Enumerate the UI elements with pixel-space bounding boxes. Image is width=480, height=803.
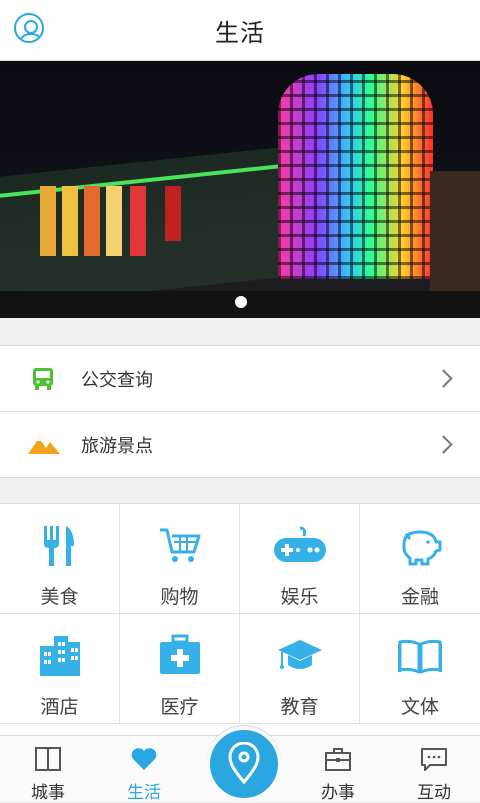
tab-label: 互动 bbox=[417, 783, 451, 803]
category-label: 医疗 bbox=[160, 696, 199, 718]
chat-icon bbox=[421, 748, 447, 771]
medical-kit-icon bbox=[159, 634, 200, 674]
list-item-bus[interactable]: 公交查询 bbox=[0, 346, 480, 412]
tab-city-news[interactable]: 城事 bbox=[0, 736, 96, 803]
chevron-right-icon bbox=[434, 369, 453, 388]
category-entertainment[interactable]: 娱乐 bbox=[240, 504, 360, 614]
tab-life[interactable]: 生活 bbox=[96, 736, 192, 803]
category-education[interactable]: 教育 bbox=[240, 614, 360, 724]
category-shopping[interactable]: 购物 bbox=[120, 504, 240, 614]
header-bar: 生活 bbox=[0, 0, 480, 61]
list-item-tourism[interactable]: 旅游景点 bbox=[0, 412, 480, 478]
book-icon bbox=[398, 639, 442, 674]
carousel-indicator[interactable] bbox=[235, 296, 247, 308]
tab-interaction[interactable]: 互动 bbox=[386, 736, 480, 803]
category-hotel[interactable]: 酒店 bbox=[0, 614, 120, 724]
bus-icon bbox=[33, 368, 53, 390]
tab-label: 生活 bbox=[127, 783, 161, 803]
shopping-cart-icon bbox=[159, 528, 200, 562]
piggy-bank-icon bbox=[402, 530, 442, 566]
heart-icon bbox=[131, 748, 157, 770]
banner-lit-building bbox=[278, 74, 433, 279]
category-label: 美食 bbox=[40, 586, 79, 608]
category-label: 娱乐 bbox=[280, 586, 319, 608]
tab-label: 城事 bbox=[31, 783, 65, 803]
category-food[interactable]: 美食 bbox=[0, 504, 120, 614]
fork-knife-icon bbox=[43, 526, 74, 566]
briefcase-icon bbox=[325, 748, 351, 771]
category-grid: 美食 购物 娱乐 金融 酒店 医疗 教育 文体 bbox=[0, 503, 480, 736]
mountain-icon bbox=[28, 438, 60, 454]
book-outline-icon bbox=[35, 747, 61, 771]
tab-affairs[interactable]: 办事 bbox=[290, 736, 386, 803]
building-icon bbox=[39, 636, 80, 676]
category-label: 酒店 bbox=[40, 696, 79, 718]
chevron-right-icon bbox=[434, 435, 453, 454]
gamepad-icon bbox=[273, 526, 326, 562]
category-medical[interactable]: 医疗 bbox=[120, 614, 240, 724]
list-item-label: 公交查询 bbox=[81, 369, 153, 391]
category-finance[interactable]: 金融 bbox=[360, 504, 480, 614]
category-sports-culture[interactable]: 文体 bbox=[360, 614, 480, 724]
banner-carousel[interactable] bbox=[0, 61, 480, 318]
location-pin-icon bbox=[228, 742, 260, 785]
user-avatar-icon[interactable] bbox=[14, 13, 44, 43]
location-button[interactable] bbox=[206, 726, 282, 802]
page-title: 生活 bbox=[215, 18, 265, 47]
tab-label: 办事 bbox=[321, 783, 355, 803]
graduation-cap-icon bbox=[277, 640, 322, 669]
service-list: 公交查询 旅游景点 bbox=[0, 345, 480, 478]
list-item-label: 旅游景点 bbox=[81, 435, 153, 457]
category-label: 金融 bbox=[400, 586, 439, 608]
category-label: 教育 bbox=[280, 696, 319, 718]
category-label: 文体 bbox=[400, 696, 439, 718]
category-label: 购物 bbox=[160, 586, 199, 608]
